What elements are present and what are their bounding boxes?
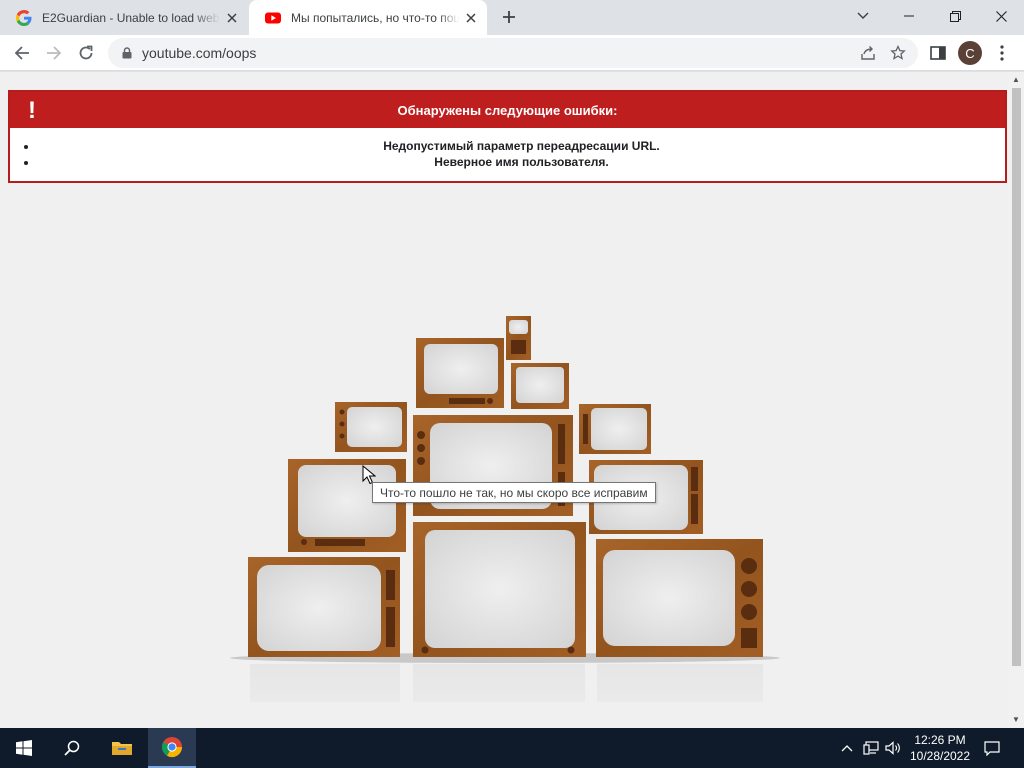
- scroll-down-icon[interactable]: ▼: [1012, 716, 1020, 724]
- reload-button[interactable]: [72, 39, 100, 67]
- chrome-taskbar-button[interactable]: [148, 728, 196, 768]
- file-explorer-button[interactable]: [98, 728, 146, 768]
- tab-title: Мы попытались, но что-то пошло не так: [291, 10, 459, 25]
- restore-icon: [949, 10, 961, 22]
- clock-time: 12:26 PM: [914, 733, 966, 747]
- close-icon: [995, 10, 1007, 22]
- minimize-button[interactable]: [886, 0, 932, 32]
- exclamation-icon: !: [28, 97, 36, 124]
- clock-date: 10/28/2022: [909, 749, 971, 763]
- tab-youtube-oops[interactable]: Мы попытались, но что-то пошло не так: [249, 0, 487, 35]
- system-clock[interactable]: 12:26 PM 10/28/2022: [900, 732, 980, 764]
- plus-icon: [503, 11, 515, 23]
- network-button[interactable]: [860, 728, 882, 768]
- scroll-up-icon[interactable]: ▲: [1012, 76, 1020, 84]
- arrow-right-icon: [47, 46, 62, 60]
- notifications-button[interactable]: [978, 728, 1006, 768]
- tab-search-button[interactable]: [840, 0, 886, 32]
- arrow-left-icon: [14, 46, 29, 60]
- bookmark-star-icon[interactable]: [890, 44, 906, 66]
- forward-button[interactable]: [40, 39, 68, 67]
- network-icon: [863, 741, 879, 755]
- error-list: Недопустимый параметр переадресации URL.…: [10, 128, 1005, 170]
- close-icon[interactable]: [224, 10, 240, 26]
- reload-icon: [79, 45, 93, 60]
- back-button[interactable]: [8, 39, 36, 67]
- error-item: Неверное имя пользователя.: [38, 154, 1005, 170]
- restore-button[interactable]: [932, 0, 978, 32]
- tab-strip: E2Guardian - Unable to load web page Мы …: [0, 0, 1024, 35]
- browser-toolbar: youtube.com/oops C: [0, 35, 1024, 71]
- close-window-button[interactable]: [978, 0, 1024, 32]
- minimize-icon: [904, 15, 914, 17]
- scrollbar-thumb[interactable]: [1012, 88, 1021, 666]
- chrome-icon: [161, 737, 183, 758]
- chevron-up-icon: [841, 745, 853, 752]
- side-panel-button[interactable]: [924, 39, 952, 67]
- page-content: ! Обнаружены следующие ошибки: Недопусти…: [0, 72, 1008, 728]
- url-text[interactable]: youtube.com/oops: [142, 45, 256, 61]
- error-header: ! Обнаружены следующие ошибки:: [10, 92, 1005, 128]
- new-tab-button[interactable]: [498, 6, 520, 28]
- profile-avatar[interactable]: C: [958, 41, 982, 65]
- address-bar[interactable]: youtube.com/oops: [108, 38, 918, 68]
- share-icon[interactable]: [860, 45, 876, 66]
- screen: E2Guardian - Unable to load web page Мы …: [0, 0, 1024, 768]
- notification-icon: [984, 740, 1000, 756]
- lock-icon[interactable]: [120, 46, 134, 60]
- google-g-icon: [16, 9, 32, 26]
- taskbar: 12:26 PM 10/28/2022: [0, 728, 1024, 768]
- chevron-down-icon: [857, 12, 869, 19]
- search-button[interactable]: [48, 728, 96, 768]
- folder-icon: [112, 742, 132, 755]
- page-scrollbar[interactable]: ▲ ▼: [1008, 72, 1024, 728]
- search-icon: [64, 740, 80, 756]
- windows-icon: [16, 740, 32, 756]
- error-box: ! Обнаружены следующие ошибки: Недопусти…: [8, 90, 1007, 183]
- tab-title: E2Guardian - Unable to load web page: [42, 10, 220, 25]
- close-icon[interactable]: [463, 10, 479, 26]
- broken-tvs-illustration: [230, 316, 780, 702]
- more-vertical-icon: [1000, 45, 1004, 61]
- error-heading: Обнаружены следующие ошибки:: [397, 102, 618, 118]
- menu-button[interactable]: [988, 39, 1016, 67]
- side-panel-icon: [930, 46, 946, 60]
- start-button[interactable]: [0, 728, 48, 768]
- error-item: Недопустимый параметр переадресации URL.: [38, 138, 1005, 154]
- tab-e2guardian[interactable]: E2Guardian - Unable to load web page: [0, 0, 248, 35]
- youtube-icon: [265, 12, 281, 23]
- speaker-icon: [885, 741, 900, 755]
- tray-overflow-button[interactable]: [838, 728, 856, 768]
- tooltip: Что-то пошло не так, но мы скоро все исп…: [372, 482, 656, 503]
